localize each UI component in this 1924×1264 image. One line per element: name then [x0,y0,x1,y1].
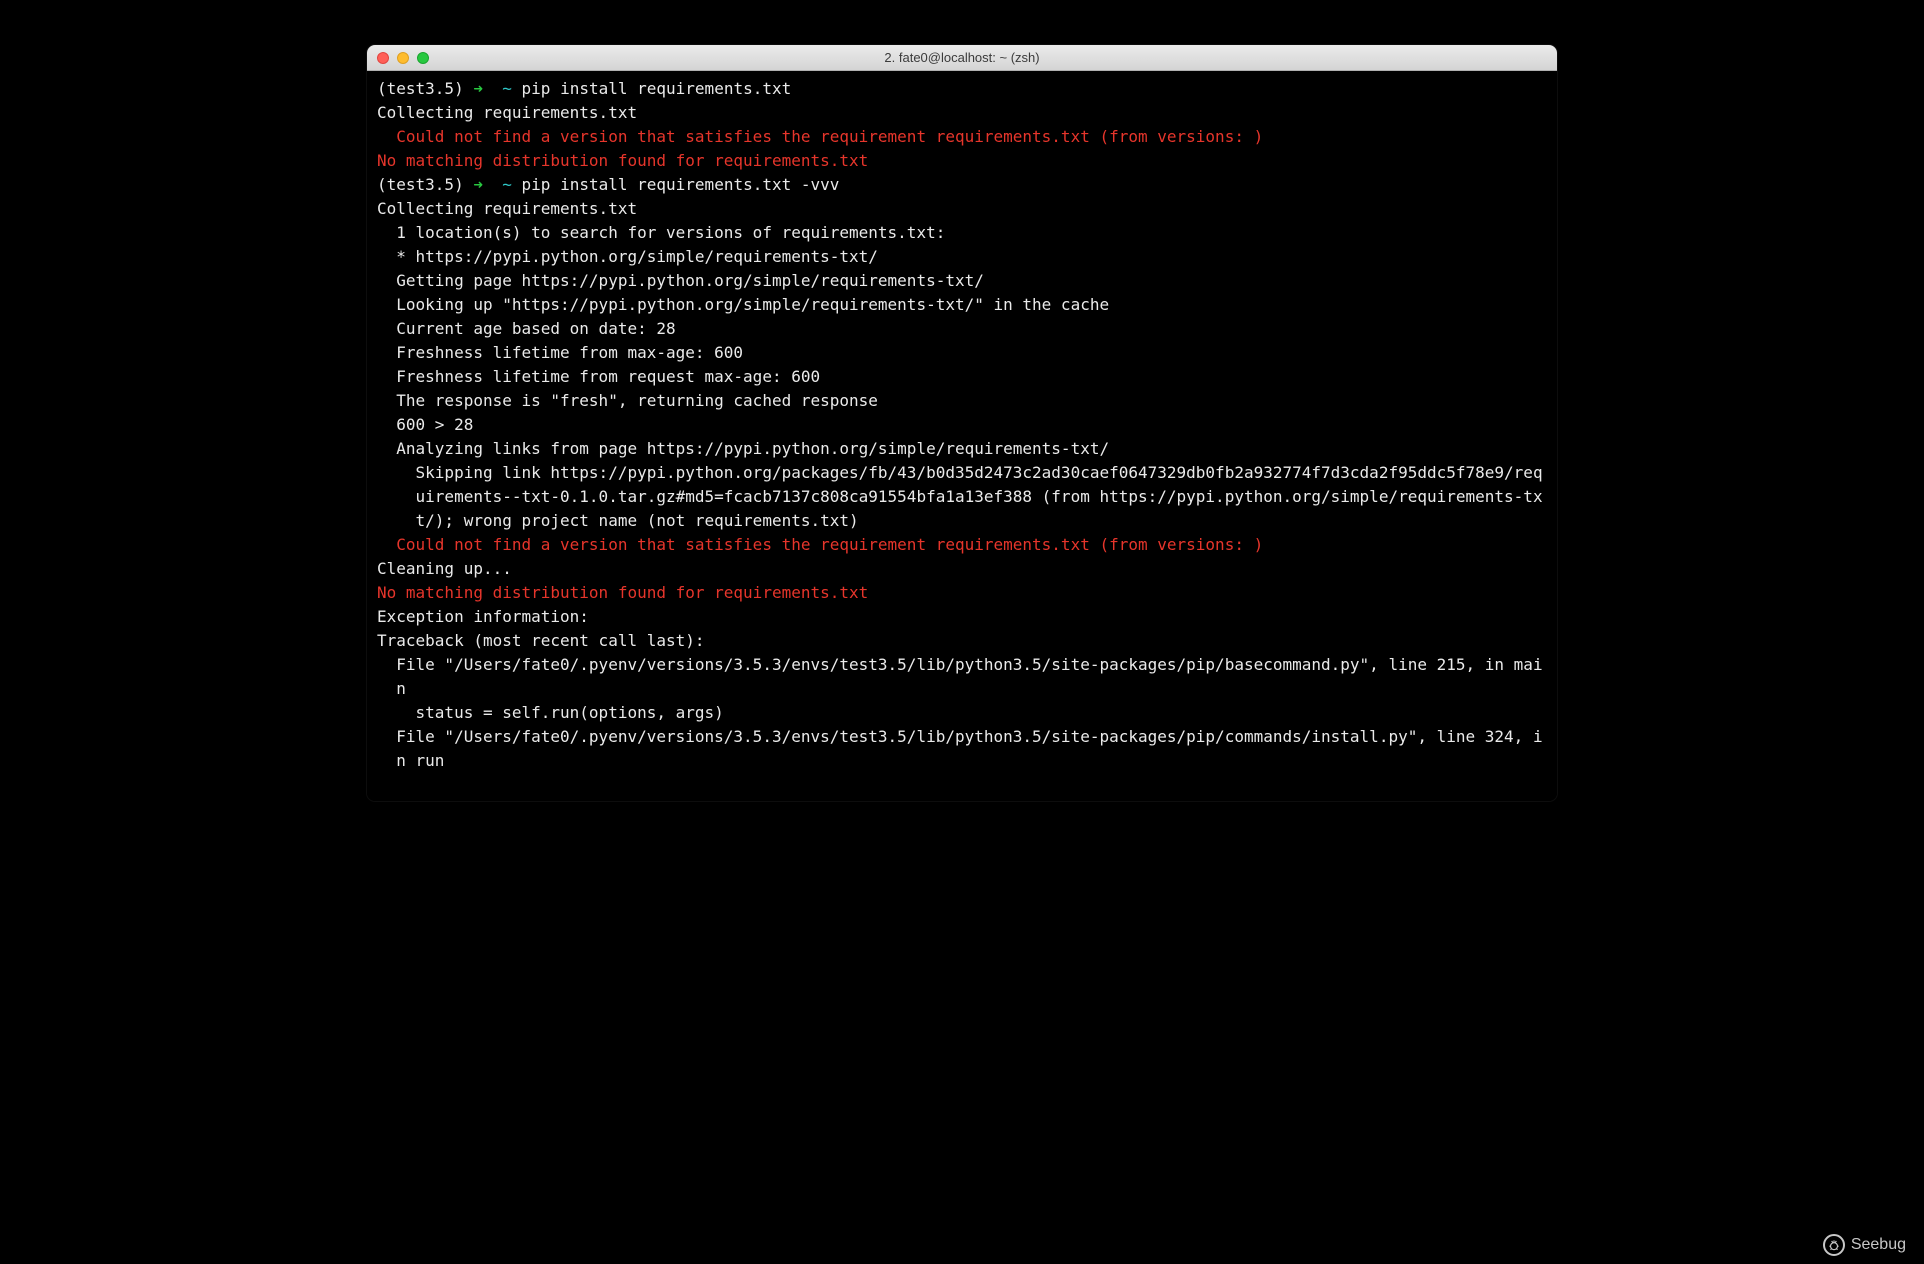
output-error-noversion-1: Could not find a version that satisfies … [377,125,1547,149]
command-1: pip install requirements.txt [522,79,792,98]
output-cleaning: Cleaning up... [377,557,1547,581]
prompt-arrow-icon: ➜ [473,79,483,98]
output-locations: 1 location(s) to search for versions of … [377,221,1547,245]
output-error-nomatch-1: No matching distribution found for requi… [377,149,1547,173]
output-file-2: File "/Users/fate0/.pyenv/versions/3.5.3… [377,725,1547,773]
output-status: status = self.run(options, args) [377,701,1547,725]
output-lookup: Looking up "https://pypi.python.org/simp… [377,293,1547,317]
command-2: pip install requirements.txt -vvv [522,175,840,194]
output-collecting-2: Collecting requirements.txt [377,197,1547,221]
cwd-label: ~ [502,175,512,194]
terminal-body[interactable]: (test3.5) ➜ ~ pip install requirements.t… [367,71,1557,801]
output-getting: Getting page https://pypi.python.org/sim… [377,269,1547,293]
output-error-nomatch-2: No matching distribution found for requi… [377,581,1547,605]
prompt-line-1: (test3.5) ➜ ~ pip install requirements.t… [377,77,1547,101]
output-exception-info: Exception information: [377,605,1547,629]
window-title: 2. fate0@localhost: ~ (zsh) [367,50,1557,65]
output-fresh-1: Freshness lifetime from max-age: 600 [377,341,1547,365]
output-file-1: File "/Users/fate0/.pyenv/versions/3.5.3… [377,653,1547,701]
output-analyzing: Analyzing links from page https://pypi.p… [377,437,1547,461]
venv-label: (test3.5) [377,79,464,98]
output-skipping: Skipping link https://pypi.python.org/pa… [377,461,1547,533]
output-traceback: Traceback (most recent call last): [377,629,1547,653]
zoom-icon[interactable] [417,52,429,64]
output-fresh-resp: The response is "fresh", returning cache… [377,389,1547,413]
prompt-line-2: (test3.5) ➜ ~ pip install requirements.t… [377,173,1547,197]
output-star-url: * https://pypi.python.org/simple/require… [377,245,1547,269]
titlebar[interactable]: 2. fate0@localhost: ~ (zsh) [367,45,1557,71]
output-fresh-2: Freshness lifetime from request max-age:… [377,365,1547,389]
prompt-arrow-icon: ➜ [473,175,483,194]
close-icon[interactable] [377,52,389,64]
traffic-lights [377,52,429,64]
output-error-noversion-2: Could not find a version that satisfies … [377,533,1547,557]
output-age: Current age based on date: 28 [377,317,1547,341]
bug-icon [1823,1234,1845,1256]
terminal-window: 2. fate0@localhost: ~ (zsh) (test3.5) ➜ … [367,45,1557,801]
minimize-icon[interactable] [397,52,409,64]
cwd-label: ~ [502,79,512,98]
watermark-text: Seebug [1851,1236,1906,1254]
output-collecting-1: Collecting requirements.txt [377,101,1547,125]
output-gt: 600 > 28 [377,413,1547,437]
watermark: Seebug [1823,1234,1906,1256]
venv-label: (test3.5) [377,175,464,194]
